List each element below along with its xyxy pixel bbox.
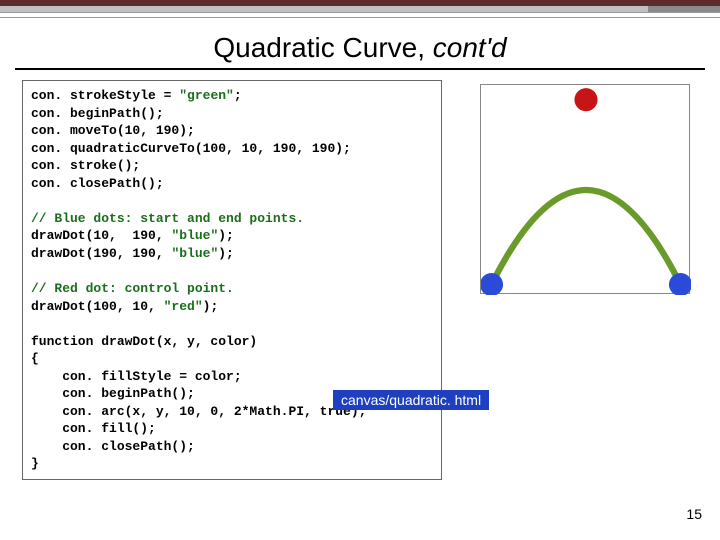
accent-bar-lines	[0, 12, 720, 18]
code-line: {	[31, 351, 39, 366]
code-line: );	[203, 299, 219, 314]
title-text: Quadratic Curve,	[213, 32, 432, 63]
string-literal: "red"	[164, 299, 203, 314]
code-line: drawDot(10, 190,	[31, 228, 171, 243]
code-comment: // Red dot: control point.	[31, 281, 234, 296]
code-line: con. beginPath();	[31, 386, 195, 401]
string-literal: "green"	[179, 88, 234, 103]
code-line: drawDot(100, 10,	[31, 299, 164, 314]
string-literal: "blue"	[171, 228, 218, 243]
slide-title: Quadratic Curve, cont'd	[0, 32, 720, 64]
file-link-badge[interactable]: canvas/quadratic. html	[333, 390, 489, 410]
accent-bar-gray	[0, 6, 720, 12]
title-underline	[15, 68, 705, 70]
code-line: con. fill();	[31, 421, 156, 436]
title-italic: cont'd	[433, 32, 507, 63]
code-line: );	[218, 246, 234, 261]
accent-bar-gray-right	[648, 6, 720, 12]
code-line: con. strokeStyle =	[31, 88, 179, 103]
quadratic-curve-svg	[481, 85, 691, 295]
end-dot	[669, 273, 691, 295]
code-line: ;	[234, 88, 242, 103]
string-literal: "blue"	[171, 246, 218, 261]
code-line: drawDot(190, 190,	[31, 246, 171, 261]
control-dot	[574, 88, 597, 111]
code-line: con. fillStyle = color;	[31, 369, 242, 384]
code-line: );	[218, 228, 234, 243]
start-dot	[481, 273, 503, 295]
code-line: }	[31, 456, 39, 471]
top-bars	[0, 0, 720, 18]
accent-bar-gray-left	[0, 6, 648, 12]
page-number: 15	[686, 506, 702, 522]
code-line: con. arc(x, y, 10, 0, 2*Math.PI, true);	[31, 404, 366, 419]
code-line: con. beginPath();	[31, 106, 164, 121]
code-line: con. stroke();	[31, 158, 140, 173]
code-block: con. strokeStyle = "green"; con. beginPa…	[22, 80, 442, 480]
code-comment: // Blue dots: start and end points.	[31, 211, 304, 226]
code-line: con. quadraticCurveTo(100, 10, 190, 190)…	[31, 141, 351, 156]
canvas-illustration	[480, 84, 690, 294]
code-line: con. closePath();	[31, 176, 164, 191]
code-line: con. closePath();	[31, 439, 195, 454]
code-line: con. moveTo(10, 190);	[31, 123, 195, 138]
code-line: function drawDot(x, y, color)	[31, 334, 257, 349]
curve-path	[492, 190, 681, 285]
content-area: con. strokeStyle = "green"; con. beginPa…	[0, 80, 720, 480]
